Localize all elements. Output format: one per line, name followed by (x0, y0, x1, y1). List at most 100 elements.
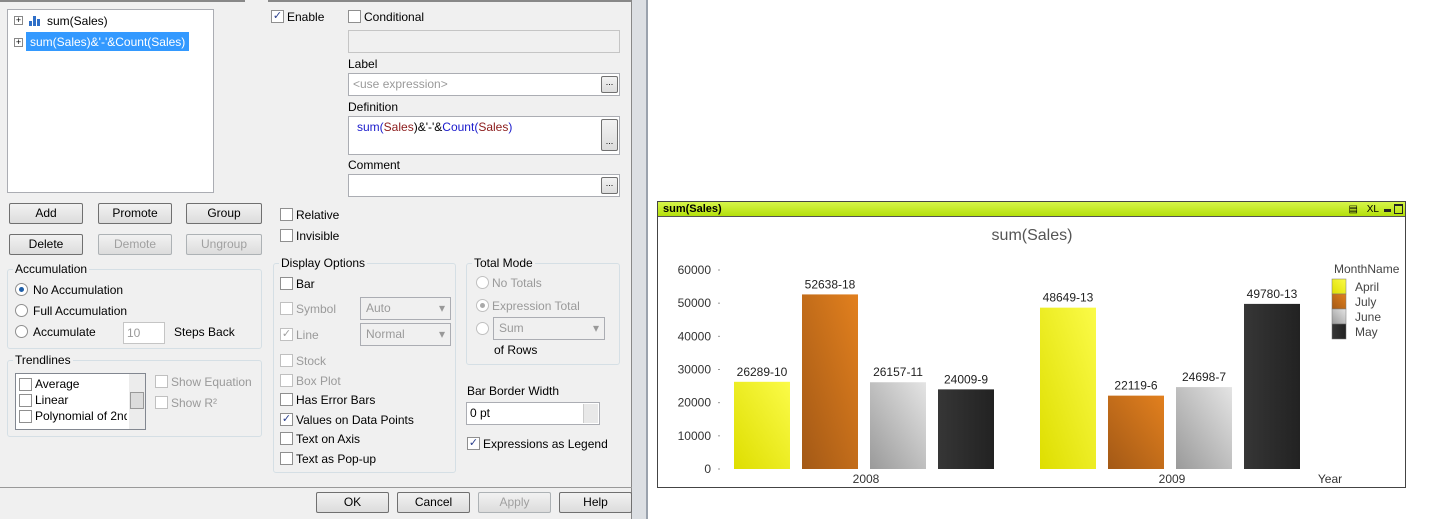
no-accumulation-label: No Accumulation (33, 283, 124, 297)
no-accumulation-radio[interactable] (15, 283, 28, 296)
text-on-axis-checkbox[interactable] (280, 432, 293, 445)
text-on-axis-label: Text on Axis (296, 432, 361, 446)
legend-swatch-june (1331, 308, 1347, 325)
apply-button[interactable]: Apply (478, 492, 551, 513)
expression-item[interactable]: sum(Sales) (47, 14, 108, 28)
text-as-popup-checkbox[interactable] (280, 452, 293, 465)
minimize-icon[interactable] (1384, 209, 1391, 212)
symbol-checkbox[interactable] (280, 302, 293, 315)
bar-2009-april (1040, 307, 1096, 469)
average-checkbox[interactable] (19, 378, 32, 391)
label-edit-button[interactable]: ... (601, 76, 618, 93)
promote-button[interactable]: Promote (98, 203, 172, 224)
invisible-label: Invisible (296, 229, 340, 243)
list-scrollbar[interactable] (129, 374, 145, 429)
add-button[interactable]: Add (9, 203, 83, 224)
ok-button[interactable]: OK (316, 492, 389, 513)
symbol-select[interactable]: Auto (360, 297, 451, 320)
tab-edge (268, 0, 632, 2)
total-function-select[interactable]: Sum (493, 317, 605, 340)
bar-chart: sum(Sales) 0 10000 20000 30000 40000 50000 6000… (678, 227, 1400, 486)
full-accumulation-label: Full Accumulation (33, 304, 128, 318)
accumulate-radio[interactable] (15, 325, 28, 338)
chart-caption-bar[interactable]: sum(Sales) ▤ XL (658, 202, 1405, 217)
steps-back-stepper[interactable]: 10 (123, 322, 165, 344)
label-heading: Label (348, 57, 378, 71)
definition-input[interactable]: sum(Sales)&'-'&Count(Sales) (348, 116, 620, 155)
bar-checkbox[interactable] (280, 277, 293, 290)
y-tick-label: 10000 (678, 429, 712, 443)
show-equation-label: Show Equation (171, 375, 252, 389)
legend-swatch-april (1331, 278, 1347, 295)
conditional-checkbox[interactable] (348, 10, 361, 23)
spin-buttons[interactable] (583, 404, 598, 423)
demote-button[interactable]: Demote (98, 234, 172, 255)
total-function-value: Sum (499, 321, 524, 335)
steps-value: 10 (127, 326, 141, 340)
values-on-data-points-label: Values on Data Points (296, 413, 414, 427)
expression-total-radio[interactable] (476, 299, 489, 312)
maximize-icon[interactable] (1394, 204, 1403, 214)
expression-dialog: + sum(Sales) + sum(Sales)&'-'&Count(Sale… (0, 0, 632, 519)
bar-2008-may (938, 389, 994, 469)
relative-checkbox[interactable] (280, 208, 293, 221)
excel-export-button[interactable]: XL (1367, 202, 1379, 217)
cancel-button[interactable]: Cancel (397, 492, 470, 513)
bar-2009-may (1244, 303, 1300, 469)
polynomial-checkbox[interactable] (19, 410, 32, 423)
line-checkbox[interactable]: ✓ (280, 328, 293, 341)
chart-object[interactable]: sum(Sales) ▤ XL sum(Sales) 0 10000 20000 300… (657, 201, 1406, 488)
sum-of-rows-radio[interactable] (476, 322, 489, 335)
data-label: 48649-13 (1043, 291, 1094, 305)
invisible-checkbox[interactable] (280, 229, 293, 242)
legend-swatch-july (1331, 293, 1347, 310)
legend-swatch-may (1331, 323, 1347, 340)
group-button[interactable]: Group (186, 203, 262, 224)
trend-average: Average (35, 377, 80, 391)
definition-token: Count (442, 120, 475, 134)
help-button[interactable]: Help (559, 492, 632, 513)
expressions-as-legend-checkbox[interactable]: ✓ (467, 437, 480, 450)
bar-2008-june (870, 382, 926, 469)
box-plot-checkbox[interactable] (280, 374, 293, 387)
no-totals-radio[interactable] (476, 276, 489, 289)
expression-item-selected[interactable]: sum(Sales)&'-'&Count(Sales) (26, 32, 190, 51)
trend-polynomial: Polynomial of 2nd d (35, 409, 127, 423)
bar-2008-july (802, 294, 858, 469)
enable-checkbox[interactable]: ✓ (271, 10, 284, 23)
line-style-select[interactable]: Normal (360, 323, 451, 346)
bar-chart-icon (29, 15, 43, 26)
y-tick-label: 0 (704, 462, 711, 476)
definition-edit-button[interactable]: ... (601, 119, 618, 151)
error-bars-checkbox[interactable] (280, 393, 293, 406)
comment-edit-button[interactable]: ... (601, 177, 618, 194)
expression-tree[interactable]: + sum(Sales) + sum(Sales)&'-'&Count(Sale… (7, 9, 214, 193)
delete-button[interactable]: Delete (9, 234, 83, 255)
show-r2-checkbox[interactable] (155, 396, 168, 409)
legend-label: June (1355, 310, 1381, 324)
show-equation-checkbox[interactable] (155, 375, 168, 388)
label-input[interactable]: <use expression> (348, 73, 620, 96)
values-on-data-points-checkbox[interactable]: ✓ (280, 413, 293, 426)
definition-token: )&'-'& (413, 120, 443, 134)
bar-2009-june (1176, 387, 1232, 469)
print-icon[interactable]: ▤ (1349, 202, 1358, 217)
legend-title: MonthName (1334, 262, 1400, 276)
linear-checkbox[interactable] (19, 394, 32, 407)
bar-border-width-input[interactable]: 0 pt (466, 402, 600, 425)
trendlines-list[interactable]: Average Linear Polynomial of 2nd d (15, 373, 146, 430)
y-tick-label: 50000 (678, 296, 712, 310)
symbol-value: Auto (366, 301, 391, 315)
stock-checkbox[interactable] (280, 354, 293, 367)
data-label: 26157-11 (873, 365, 923, 379)
full-accumulation-radio[interactable] (15, 304, 28, 317)
comment-input[interactable] (348, 174, 620, 197)
expand-icon[interactable]: + (14, 38, 23, 47)
trendlines-title: Trendlines (13, 353, 73, 367)
condition-input[interactable] (348, 30, 620, 53)
ungroup-button[interactable]: Ungroup (186, 234, 262, 255)
data-label: 22119-6 (1114, 379, 1157, 393)
show-r2-label: Show R² (171, 396, 218, 410)
label-placeholder: <use expression> (353, 77, 448, 91)
expand-icon[interactable]: + (14, 16, 23, 25)
